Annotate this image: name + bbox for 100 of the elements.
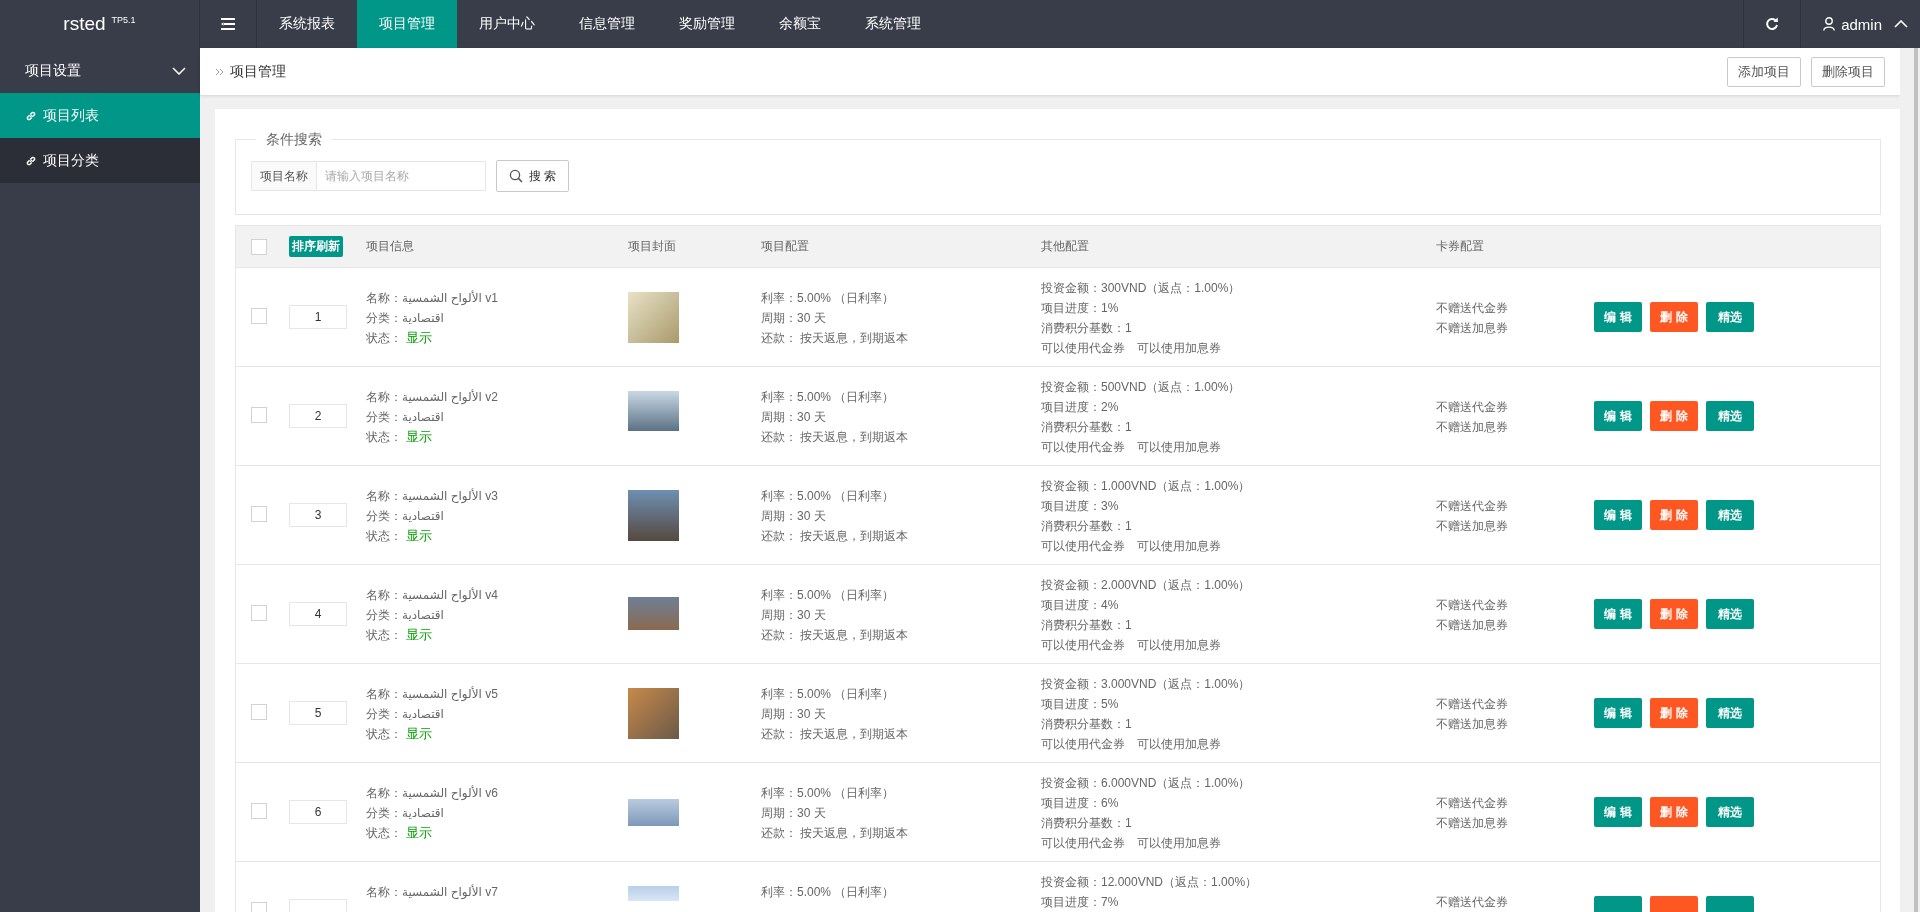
feature-button[interactable]: 精选 (1706, 302, 1754, 332)
table-cell-text: 不赠送加息券 (1436, 815, 1508, 832)
field-label: 项目名称 (251, 161, 317, 191)
nav-tab[interactable]: 信息管理 (557, 0, 657, 48)
table-cell-text: 消费积分基数：1 (1041, 518, 1132, 535)
sort-input[interactable]: 1 (289, 305, 347, 329)
table-cell-text: 投资金额：6.000VND（返点：1.00%） (1041, 775, 1251, 792)
table-cell-text: 不赠送代金券 (1436, 597, 1508, 614)
scrollbar[interactable] (1900, 48, 1920, 912)
checkbox[interactable] (250, 704, 267, 720)
status-text: 显示 (406, 824, 432, 842)
checkbox[interactable] (250, 605, 267, 621)
breadcrumb-item[interactable]: 项目管理 (230, 62, 286, 81)
table-cell-text: 消费积分基数：1 (1041, 320, 1132, 337)
table-cell-text: 可以使用加息券 (1137, 637, 1221, 654)
column-header: 其他配置 (1041, 238, 1089, 255)
toolbar-button[interactable]: 添加项目 (1727, 56, 1801, 87)
table-cell-text: 可以使用代金券 (1041, 736, 1125, 753)
sort-input[interactable]: 3 (289, 503, 347, 527)
table-cell-text: 投资金额：1.000VND（返点：1.00%） (1041, 478, 1251, 495)
link-icon (25, 109, 37, 122)
checkbox[interactable] (250, 238, 267, 255)
table-cell-text: 投资金额：300VND（返点：1.00%） (1041, 280, 1241, 297)
table-cell-text: 不赠送加息券 (1436, 419, 1508, 436)
nav-tab[interactable]: 系统报表 (257, 0, 357, 48)
checkbox[interactable] (250, 506, 267, 522)
table-cell-text: 不赠送加息券 (1436, 320, 1508, 337)
table-cell-text: 状态： (366, 726, 402, 743)
sort-input[interactable]: 5 (289, 701, 347, 725)
status-text: 显示 (406, 428, 432, 446)
sidebar-item[interactable]: 项目列表 (0, 93, 200, 138)
feature-button[interactable]: 精选 (1706, 797, 1754, 827)
table-cell-text: 利率：5.00% （日利率） (761, 488, 895, 505)
table-cell-text: 名称：الألواح الشمسية v6 (366, 784, 498, 802)
table-cell-text: 投资金额：12.000VND（返点：1.00%） (1041, 874, 1258, 891)
delete-button[interactable]: 删 除 (1650, 401, 1698, 431)
status-text: 显示 (406, 329, 432, 347)
table-cell-text: 不赠送代金券 (1436, 300, 1508, 317)
feature-button[interactable]: 精选 (1706, 698, 1754, 728)
table-cell-text: 周期：30 天 (761, 409, 826, 426)
table-cell-text: 不赠送代金券 (1436, 498, 1508, 515)
photo-placeholder (628, 391, 679, 431)
search-button[interactable]: 搜 索 (496, 160, 569, 192)
table-cell-text: 状态： (366, 429, 402, 446)
status-text: 显示 (406, 725, 432, 743)
delete-button[interactable]: 删 除 (1650, 698, 1698, 728)
nav-tab[interactable]: 余额宝 (757, 0, 843, 48)
delete-button[interactable]: 删 除 (1650, 302, 1698, 332)
edit-button[interactable]: 编 辑 (1594, 302, 1642, 332)
edit-button[interactable]: 编 辑 (1594, 599, 1642, 629)
sort-input[interactable]: 4 (289, 602, 347, 626)
table-cell-text: 不赠送代金券 (1436, 795, 1508, 812)
photo-placeholder (628, 292, 679, 343)
sort-refresh-button[interactable]: 排序刷新 (289, 236, 343, 257)
nav-tab[interactable]: 系统管理 (843, 0, 943, 48)
feature-button[interactable]: 精选 (1706, 401, 1754, 431)
checkbox[interactable] (250, 803, 267, 819)
table-cell-text: 分类：اقتصادية (366, 508, 444, 525)
edit-button[interactable]: 编 辑 (1594, 698, 1642, 728)
table-cell-text: 消费积分基数：1 (1041, 419, 1132, 436)
sort-input[interactable]: 2 (289, 404, 347, 428)
table-cell-text: 利率：5.00% （日利率） (761, 389, 895, 406)
delete-button[interactable]: 删 除 (1650, 500, 1698, 530)
table-cell-text: 分类：اقتصادية (366, 409, 444, 426)
column-header: 项目封面 (628, 238, 676, 255)
table-cell-text: 还款： 按天返息，到期返本 (761, 726, 909, 743)
toolbar-button[interactable]: 删除项目 (1811, 56, 1885, 87)
table-cell-text: 可以使用加息券 (1137, 835, 1221, 852)
refresh-icon (1765, 17, 1780, 31)
table-cell-text: 可以使用加息券 (1137, 538, 1221, 555)
table-cell-text: 可以使用代金券 (1041, 439, 1125, 456)
table-cell-text: 名称：الألواح الشمسية v4 (366, 586, 498, 604)
nav-tab[interactable]: 项目管理 (357, 0, 457, 48)
nav-tab[interactable]: 奖励管理 (657, 0, 757, 48)
status-text: 显示 (406, 626, 432, 644)
edit-button[interactable]: 编 辑 (1594, 500, 1642, 530)
delete-button[interactable]: 删 除 (1650, 599, 1698, 629)
edit-button[interactable]: 编 辑 (1594, 401, 1642, 431)
table-cell-text: 还款： 按天返息，到期返本 (761, 429, 909, 446)
link-icon (25, 154, 37, 167)
checkbox[interactable] (250, 407, 267, 423)
nav-tab[interactable]: 用户中心 (457, 0, 557, 48)
table-cell-text: 还款： 按天返息，到期返本 (761, 825, 909, 842)
edit-button[interactable]: 编 辑 (1594, 797, 1642, 827)
table-cell-text: 还款： 按天返息，到期返本 (761, 528, 909, 545)
table-cell-text: 周期：30 天 (761, 508, 826, 525)
sidebar-item[interactable]: 项目分类 (0, 138, 200, 183)
checkbox[interactable] (250, 308, 267, 324)
photo-placeholder (628, 799, 679, 826)
feature-button[interactable]: 精选 (1706, 599, 1754, 629)
table-cell-text: 利率：5.00% （日利率） (761, 290, 895, 307)
status-text: 显示 (406, 527, 432, 545)
search-field[interactable]: 请输入项目名称 (317, 161, 486, 191)
feature-button[interactable]: 精选 (1706, 500, 1754, 530)
sort-input[interactable]: 6 (289, 800, 347, 824)
table-cell-text: 不赠送代金券 (1436, 894, 1508, 911)
table-cell-text: 周期：30 天 (761, 607, 826, 624)
delete-button[interactable]: 删 除 (1650, 797, 1698, 827)
table-cell-text: 项目进度：3% (1041, 498, 1119, 515)
table-cell-text: 项目进度：4% (1041, 597, 1119, 614)
